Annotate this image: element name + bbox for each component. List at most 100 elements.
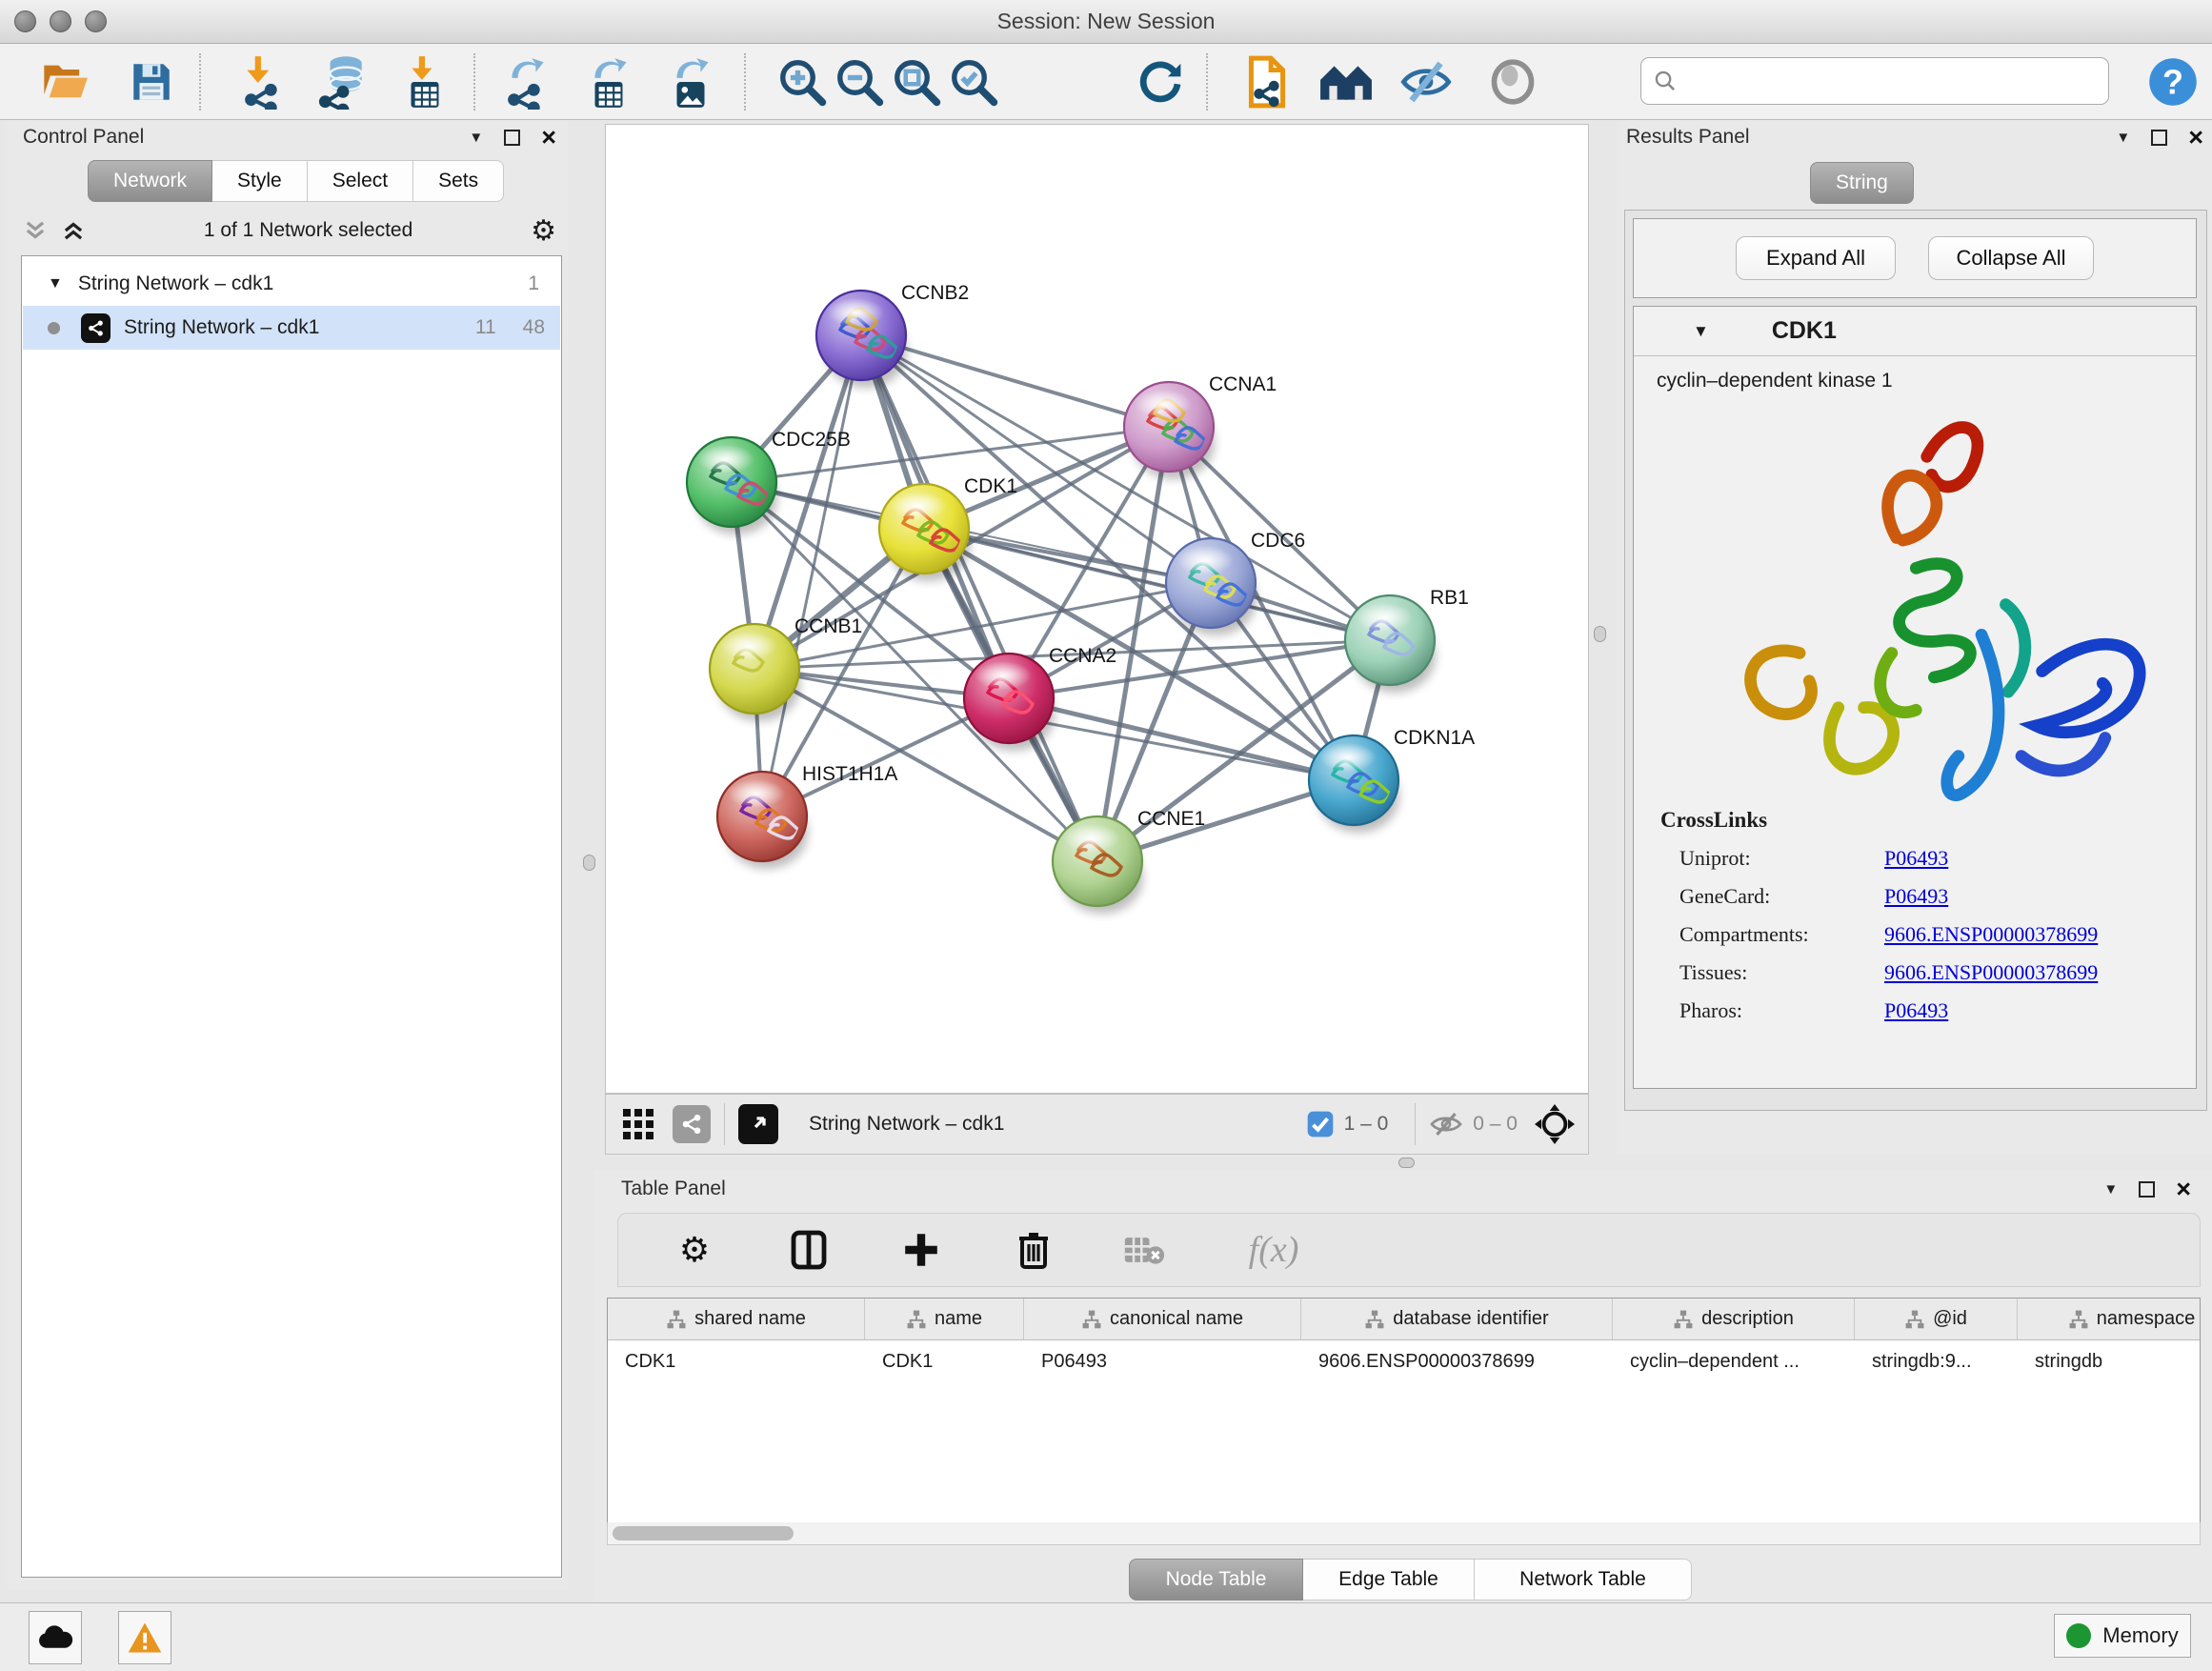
tab-network[interactable]: Network xyxy=(88,160,212,202)
table-cell[interactable]: cyclin–dependent ... xyxy=(1613,1340,1855,1382)
network-graph[interactable]: CCNB2CCNA1CDC25BCDK1CDC6RB1CCNB1CCNA2CDK… xyxy=(606,125,1590,1095)
protein-card-expander-icon[interactable]: ▼ xyxy=(1693,322,1709,341)
table-cell[interactable]: stringdb:9... xyxy=(1855,1340,2018,1382)
network-options-gear-icon[interactable]: ⚙ xyxy=(531,214,556,248)
node-table[interactable]: shared namenamecanonical namedatabase id… xyxy=(607,1298,2201,1545)
column-type-icon xyxy=(1364,1309,1385,1330)
fit-selected-crosshair-icon[interactable] xyxy=(1535,1104,1575,1144)
table-row[interactable]: CDK1CDK1P064939606.ENSP00000378699cyclin… xyxy=(608,1340,2200,1382)
splitter-handle[interactable] xyxy=(1594,626,1606,642)
memory-button[interactable]: Memory xyxy=(2054,1614,2191,1658)
table-cell[interactable]: P06493 xyxy=(1024,1340,1301,1382)
delete-column-trash-icon[interactable] xyxy=(1016,1229,1052,1271)
search-input[interactable] xyxy=(1640,57,2109,105)
zoom-fit-button[interactable] xyxy=(885,51,948,112)
column-header-description[interactable]: description xyxy=(1613,1299,1855,1339)
save-session-button[interactable] xyxy=(120,51,183,112)
open-network-file-button[interactable] xyxy=(1236,51,1298,112)
control-panel-menu-caret[interactable]: ▼ xyxy=(469,130,483,146)
splitter-handle[interactable] xyxy=(1398,1158,1415,1168)
collapse-all-button[interactable]: Collapse All xyxy=(1928,236,2094,280)
tab-string[interactable]: String xyxy=(1810,162,1914,204)
control-panel-title: Control Panel xyxy=(23,126,144,149)
column-header--id[interactable]: @id xyxy=(1855,1299,2018,1339)
export-table-button[interactable] xyxy=(577,51,640,112)
tree-expander-icon[interactable]: ▼ xyxy=(48,275,63,292)
results-panel-menu-caret[interactable]: ▼ xyxy=(2116,130,2130,146)
results-panel-float-button[interactable] xyxy=(2151,130,2167,146)
crosslink-label: Pharos: xyxy=(1679,998,1884,1023)
string-results-container: Expand All Collapse All ▼ CDK1 cyclin–de… xyxy=(1624,210,2207,1111)
node-label: CCNA1 xyxy=(1209,373,1277,395)
column-header-database-identifier[interactable]: database identifier xyxy=(1301,1299,1613,1339)
crosslink-value-link[interactable]: P06493 xyxy=(1884,884,1948,909)
help-button[interactable]: ? xyxy=(2142,51,2204,112)
table-cell[interactable]: CDK1 xyxy=(865,1340,1024,1382)
tab-node-table[interactable]: Node Table xyxy=(1129,1559,1303,1601)
table-panel-menu-caret[interactable]: ▼ xyxy=(2103,1181,2118,1198)
crosslink-value-link[interactable]: P06493 xyxy=(1884,846,1948,871)
network-tree-row-selected[interactable]: String Network – cdk1 11 48 xyxy=(23,306,560,350)
expand-all-chevrons-icon[interactable] xyxy=(61,218,86,243)
control-panel-float-button[interactable] xyxy=(504,130,520,146)
selected-checkbox-icon[interactable] xyxy=(1306,1110,1335,1138)
hide-selected-button[interactable] xyxy=(1395,51,1458,112)
table-cell[interactable]: 9606.ENSP00000378699 xyxy=(1301,1340,1613,1382)
network-canvas[interactable]: CCNB2CCNA1CDC25BCDK1CDC6RB1CCNB1CCNA2CDK… xyxy=(605,124,1589,1094)
control-panel-close-button[interactable]: × xyxy=(541,130,556,146)
warnings-button[interactable] xyxy=(118,1611,171,1664)
collapse-all-chevrons-icon[interactable] xyxy=(23,218,48,243)
network-tree-root-row[interactable]: ▼ String Network – cdk1 1 xyxy=(23,262,560,306)
import-network-database-button[interactable] xyxy=(312,51,374,112)
control-panel-tabs: Network Style Select Sets xyxy=(88,160,504,202)
birdseye-view-icon[interactable] xyxy=(738,1104,778,1144)
table-options-gear-icon[interactable]: ⚙ xyxy=(679,1230,710,1270)
table-cell[interactable]: CDK1 xyxy=(608,1340,865,1382)
table-panel-float-button[interactable] xyxy=(2139,1181,2155,1198)
crosslinks-title: CrossLinks xyxy=(1660,808,2196,833)
crosslink-value-link[interactable]: 9606.ENSP00000378699 xyxy=(1884,922,2098,947)
tab-style[interactable]: Style xyxy=(212,160,308,202)
network-view-icon[interactable] xyxy=(673,1105,711,1143)
function-builder-icon[interactable]: f(x) xyxy=(1249,1229,1299,1271)
zoom-out-button[interactable] xyxy=(828,51,891,112)
results-panel-close-button[interactable]: × xyxy=(2188,130,2203,146)
tab-edge-table[interactable]: Edge Table xyxy=(1303,1559,1475,1601)
home-button[interactable] xyxy=(1315,51,1377,112)
column-header-namespace[interactable]: namespace xyxy=(2018,1299,2201,1339)
splitter-handle[interactable] xyxy=(583,855,595,871)
table-hscrollbar[interactable] xyxy=(607,1522,2201,1545)
table-hscrollbar-thumb[interactable] xyxy=(613,1526,794,1540)
show-columns-icon[interactable] xyxy=(790,1229,828,1271)
expand-all-button[interactable]: Expand All xyxy=(1736,236,1896,280)
import-network-file-button[interactable] xyxy=(231,51,294,112)
column-header-shared-name[interactable]: shared name xyxy=(608,1299,865,1339)
column-header-name[interactable]: name xyxy=(865,1299,1024,1339)
crosslink-value-link[interactable]: 9606.ENSP00000378699 xyxy=(1884,960,2098,985)
import-table-button[interactable] xyxy=(393,51,456,112)
show-view-button[interactable] xyxy=(1481,51,1544,112)
crosslink-value-link[interactable]: P06493 xyxy=(1884,998,1948,1023)
table-panel-close-button[interactable]: × xyxy=(2176,1181,2191,1198)
add-column-icon[interactable] xyxy=(901,1230,941,1270)
cloud-status-button[interactable] xyxy=(29,1611,82,1664)
network-view-title: String Network – cdk1 xyxy=(809,1113,1004,1136)
refresh-button[interactable] xyxy=(1129,51,1192,112)
column-type-icon xyxy=(2068,1309,2089,1330)
tab-sets[interactable]: Sets xyxy=(413,160,504,202)
open-session-button[interactable] xyxy=(33,51,96,112)
export-image-button[interactable] xyxy=(659,51,722,112)
results-panel: Results Panel ▼ × String Expand All Coll… xyxy=(1617,120,2212,1155)
export-network-button[interactable] xyxy=(494,51,557,112)
crosslink-row: Tissues:9606.ENSP00000378699 xyxy=(1660,960,2196,985)
column-header-canonical-name[interactable]: canonical name xyxy=(1024,1299,1301,1339)
hidden-eye-slash-icon[interactable] xyxy=(1429,1110,1463,1138)
delete-table-icon[interactable] xyxy=(1123,1233,1165,1267)
network-name: String Network – cdk1 xyxy=(124,316,319,339)
zoom-selected-button[interactable] xyxy=(942,51,1005,112)
tab-select[interactable]: Select xyxy=(308,160,413,202)
tab-network-table[interactable]: Network Table xyxy=(1475,1559,1692,1601)
zoom-in-button[interactable] xyxy=(771,51,834,112)
grid-view-icon[interactable] xyxy=(621,1107,655,1141)
table-cell[interactable]: stringdb xyxy=(2018,1340,2201,1382)
